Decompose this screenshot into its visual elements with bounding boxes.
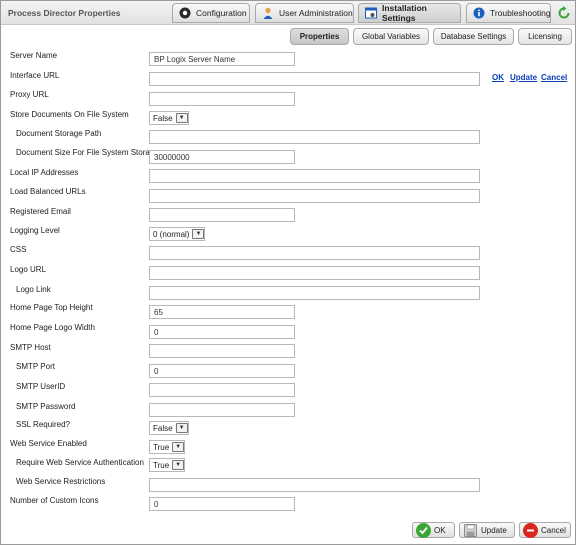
label-smtp-port: SMTP Port <box>16 362 55 371</box>
cancel-link[interactable]: Cancel <box>541 73 567 82</box>
ws-restrictions-input[interactable] <box>149 478 480 492</box>
smtp-userid-input[interactable] <box>149 383 295 397</box>
label-document-size: Document Size For File System Storage <box>16 148 159 157</box>
tab-installation-settings-label: Installation Settings <box>382 3 427 23</box>
chevron-down-icon: ▼ <box>172 442 185 452</box>
floppy-disk-icon <box>463 523 478 538</box>
cancel-button-label: Cancel <box>541 525 566 535</box>
checkmark-icon <box>416 522 431 538</box>
label-ssl-required: SSL Required? <box>16 420 70 429</box>
subtab-global-variables[interactable]: Global Variables <box>353 28 429 45</box>
label-custom-icons: Number of Custom Icons <box>10 496 99 505</box>
document-storage-path-input[interactable] <box>149 130 480 144</box>
label-logo-link: Logo Link <box>16 285 51 294</box>
smtp-host-input[interactable] <box>149 344 295 358</box>
label-load-balanced-urls: Load Balanced URLs <box>10 187 86 196</box>
store-documents-value: False <box>153 113 173 123</box>
settings-window-icon <box>365 7 377 19</box>
app-title: Process Director Properties <box>8 8 121 18</box>
chevron-down-icon: ▼ <box>175 113 188 123</box>
custom-icons-input[interactable] <box>149 497 295 511</box>
tab-configuration[interactable]: Configuration <box>172 3 250 23</box>
tab-installation-settings[interactable]: Installation Settings <box>358 3 461 23</box>
label-css: CSS <box>10 245 27 254</box>
require-ws-auth-value: True <box>153 460 170 470</box>
label-require-ws-auth: Require Web Service Authentication <box>16 458 144 467</box>
cancel-icon <box>523 522 538 538</box>
subtab-licensing[interactable]: Licensing <box>518 28 572 45</box>
smtp-password-input[interactable] <box>149 403 295 417</box>
ok-button[interactable]: OK <box>412 522 455 538</box>
subtab-properties-label: Properties <box>299 32 340 41</box>
web-service-enabled-select[interactable]: True ▼ <box>149 440 186 454</box>
label-registered-email: Registered Email <box>10 207 71 216</box>
label-store-documents: Store Documents On File System <box>10 110 129 119</box>
label-home-top-height: Home Page Top Height <box>10 303 93 312</box>
tab-troubleshooting-label: Troubleshooting <box>490 8 551 18</box>
label-logging-level: Logging Level <box>10 226 60 235</box>
info-icon <box>473 7 485 19</box>
update-link[interactable]: Update <box>510 73 537 82</box>
refresh-icon[interactable] <box>557 6 571 20</box>
local-ip-input[interactable] <box>149 169 480 183</box>
subtab-licensing-label: Licensing <box>528 32 562 41</box>
logo-link-input[interactable] <box>149 286 480 300</box>
logging-level-select[interactable]: 0 (normal) ▼ <box>149 227 206 241</box>
label-smtp-password: SMTP Password <box>16 402 76 411</box>
require-ws-auth-select[interactable]: True ▼ <box>149 458 186 472</box>
ok-button-label: OK <box>434 525 446 535</box>
logging-level-value: 0 (normal) <box>153 229 190 239</box>
document-size-input[interactable] <box>149 150 295 164</box>
registered-email-input[interactable] <box>149 208 295 222</box>
subtab-database-settings[interactable]: Database Settings <box>433 28 514 45</box>
label-document-storage-path: Document Storage Path <box>16 129 102 138</box>
label-smtp-host: SMTP Host <box>10 343 51 352</box>
properties-window: Process Director Properties Configuratio… <box>0 0 576 545</box>
store-documents-select[interactable]: False ▼ <box>149 111 189 125</box>
load-balanced-urls-input[interactable] <box>149 189 480 203</box>
title-bar: Process Director Properties Configuratio… <box>1 1 575 25</box>
ssl-required-select[interactable]: False ▼ <box>149 421 189 435</box>
gear-icon <box>179 7 191 19</box>
user-icon <box>262 7 274 19</box>
label-ws-restrictions: Web Service Restrictions <box>16 477 106 486</box>
label-interface-url: Interface URL <box>10 71 60 80</box>
label-logo-url: Logo URL <box>10 265 47 274</box>
smtp-port-input[interactable] <box>149 364 295 378</box>
label-local-ip: Local IP Addresses <box>10 168 79 177</box>
tab-user-administration-label: User Administration <box>279 8 353 18</box>
cancel-button[interactable]: Cancel <box>519 522 571 538</box>
label-web-service-enabled: Web Service Enabled <box>10 439 87 448</box>
chevron-down-icon: ▼ <box>175 423 188 433</box>
tab-troubleshooting[interactable]: Troubleshooting <box>466 3 551 23</box>
logo-url-input[interactable] <box>149 266 480 280</box>
home-top-height-input[interactable] <box>149 305 295 319</box>
tab-user-administration[interactable]: User Administration <box>255 3 354 23</box>
home-logo-width-input[interactable] <box>149 325 295 339</box>
label-proxy-url: Proxy URL <box>10 90 49 99</box>
ok-link[interactable]: OK <box>492 73 504 82</box>
update-button[interactable]: Update <box>459 522 515 538</box>
web-service-enabled-value: True <box>153 442 170 452</box>
label-home-logo-width: Home Page Logo Width <box>10 323 95 332</box>
proxy-url-input[interactable] <box>149 92 295 106</box>
css-input[interactable] <box>149 246 480 260</box>
label-smtp-userid: SMTP UserID <box>16 382 66 391</box>
ssl-required-value: False <box>153 423 173 433</box>
chevron-down-icon: ▼ <box>172 460 185 470</box>
chevron-down-icon: ▼ <box>192 229 205 239</box>
label-server-name: Server Name <box>10 51 58 60</box>
subtab-global-variables-label: Global Variables <box>361 32 421 41</box>
interface-url-input[interactable] <box>149 72 480 86</box>
subtab-database-settings-label: Database Settings <box>440 32 507 41</box>
server-name-input[interactable] <box>149 52 295 66</box>
update-button-label: Update <box>481 525 507 535</box>
subtab-properties[interactable]: Properties <box>290 28 349 45</box>
tab-configuration-label: Configuration <box>196 8 247 18</box>
